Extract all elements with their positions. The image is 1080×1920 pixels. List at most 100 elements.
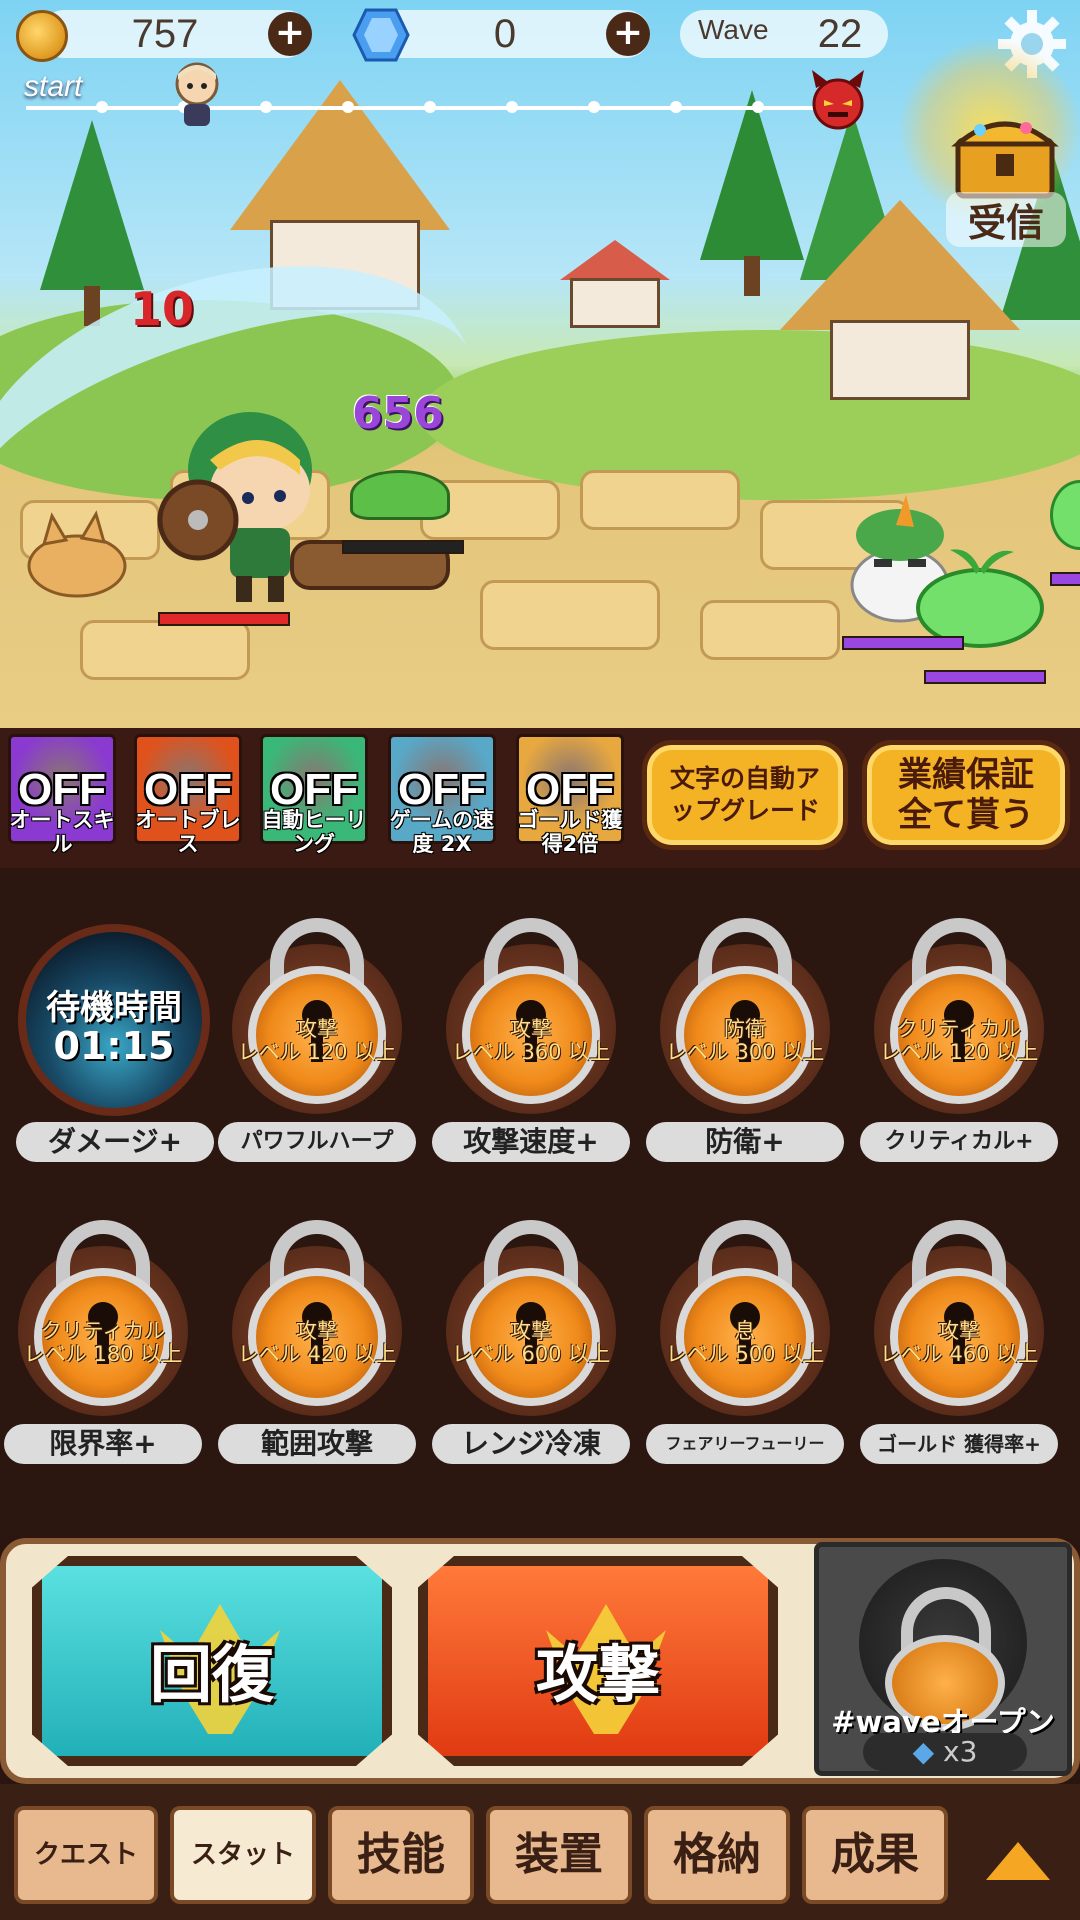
gem-icon: ◆ — [912, 1735, 935, 1768]
requirement-level: レベル 300 以上 — [665, 1040, 825, 1064]
house — [830, 320, 970, 400]
tab-stat[interactable]: スタット — [170, 1806, 316, 1904]
toggle-label: ゲームの速度 2X — [389, 808, 495, 856]
requirement-level: レベル 420 以上 — [237, 1342, 397, 1366]
requirement-stat: クリティカル — [40, 1319, 166, 1343]
tree — [40, 120, 144, 290]
expand-arrow-icon[interactable] — [986, 1842, 1050, 1880]
gold-amount: 757 — [131, 12, 199, 56]
add-gems-button[interactable]: + — [606, 12, 650, 56]
unlock-requirement: 攻撃 レベル 420 以上 — [222, 1320, 412, 1366]
toggle-label: ゴールド獲得2倍 — [517, 808, 623, 856]
progress-dot — [96, 101, 108, 113]
tree-trunk — [744, 256, 760, 296]
locked-stat-slot[interactable]: 攻撃 レベル 600 以上 — [436, 1220, 626, 1416]
unlock-requirement: 攻撃 レベル 360 以上 — [436, 1018, 626, 1064]
hill — [420, 330, 1080, 500]
ground-tile — [700, 600, 840, 660]
locked-skill-slot[interactable]: #waveオープン ◆ x3 — [814, 1542, 1072, 1776]
boss-progress-marker — [812, 70, 864, 130]
progress-dot — [342, 101, 354, 113]
stat-label: 攻撃速度+ — [432, 1122, 630, 1162]
unlock-cost-value: x3 — [943, 1735, 978, 1768]
unlock-requirement: 攻撃 レベル 600 以上 — [436, 1320, 626, 1366]
locked-stat-slot[interactable]: クリティカル レベル 120 以上 — [864, 918, 1054, 1114]
requirement-level: レベル 120 以上 — [879, 1040, 1039, 1064]
unlock-requirement: 息レベル 500 以上 — [650, 1320, 840, 1366]
progress-dot — [752, 101, 764, 113]
unlock-requirement: クリティカル レベル 180 以上 — [8, 1320, 198, 1366]
requirement-level: レベル 500 以上 — [665, 1342, 825, 1366]
auto-upgrade-button[interactable]: 文字の自動アップグレード — [642, 740, 848, 850]
treasure-chest-icon[interactable] — [950, 110, 1060, 200]
wave-number: 22 — [817, 12, 863, 56]
auto-skill-row: OFF オートスキル OFF オートブレス OFF 自動ヒーリング OFF ゲー… — [0, 728, 1080, 868]
wave-progress-line — [26, 106, 816, 110]
enemy-hp-bar — [1050, 572, 1080, 586]
house-roof — [560, 240, 670, 280]
receive-label[interactable]: 受信 — [946, 192, 1066, 247]
heal-button[interactable]: 回復 — [32, 1556, 392, 1766]
ground-tile — [80, 620, 250, 680]
tab-equipment[interactable]: 装置 — [486, 1806, 632, 1904]
requirement-level: レベル 360 以上 — [451, 1040, 611, 1064]
locked-stat-slot[interactable]: クリティカル レベル 180 以上 — [8, 1220, 198, 1416]
cat-pet — [27, 510, 127, 598]
unlock-requirement: 攻撃 レベル 460 以上 — [864, 1320, 1054, 1366]
requirement-level: レベル 180 以上 — [23, 1342, 183, 1366]
heal-button-label: 回復 — [149, 1638, 274, 1711]
locked-stat-slot[interactable]: 攻撃 レベル 120 以上 — [222, 918, 412, 1114]
tab-skills[interactable]: 技能 — [328, 1806, 474, 1904]
damage-upgrade-slot[interactable]: 待機時間 01:15 — [18, 924, 210, 1116]
attack-button[interactable]: 攻撃 — [418, 1556, 778, 1766]
locked-stat-slot[interactable]: 攻撃 レベル 420 以上 — [222, 1220, 412, 1416]
locked-stat-slot[interactable]: 息レベル 500 以上 — [650, 1220, 840, 1416]
unlock-requirement: 防衛 レベル 300 以上 — [650, 1018, 840, 1064]
requirement-stat: 攻撃 — [296, 1017, 338, 1041]
toggle-label: 自動ヒーリング — [261, 808, 367, 856]
hero-progress-marker — [175, 62, 219, 126]
toggle-label: オートスキル — [9, 808, 115, 856]
locked-stat-slot[interactable]: 攻撃 レベル 460 以上 — [864, 1220, 1054, 1416]
wait-time-label: 待機時間 — [46, 988, 182, 1028]
locked-stat-slot[interactable]: 攻撃 レベル 360 以上 — [436, 918, 626, 1114]
stat-label: 範囲攻撃 — [218, 1424, 416, 1464]
progress-dot — [260, 101, 272, 113]
locked-stat-slot[interactable]: 防衛 レベル 300 以上 — [650, 918, 840, 1114]
stat-label-damage: ダメージ+ — [16, 1122, 214, 1162]
ground-tile — [480, 580, 660, 650]
gold-coin-icon — [16, 10, 68, 62]
house — [570, 278, 660, 328]
wait-time-value: 01:15 — [53, 1024, 175, 1068]
collect-all-achievements-button[interactable]: 業績保証全て貰う — [862, 740, 1070, 850]
tab-achievements[interactable]: 成果 — [802, 1806, 948, 1904]
tab-storage[interactable]: 格納 — [644, 1806, 790, 1904]
requirement-stat: 息 — [734, 1319, 756, 1343]
enemy-hp-bar — [924, 670, 1046, 684]
enemy-hp-bar — [342, 540, 464, 554]
battle-scene: 10 656 757 + 0 + Wave 22 start 受信 — [0, 0, 1080, 728]
damage-number: 10 — [130, 282, 195, 336]
hero-hp-bar — [158, 612, 290, 626]
damage-number: 656 — [352, 388, 444, 439]
gem-amount: 0 — [493, 12, 517, 56]
requirement-stat: 攻撃 — [510, 1319, 552, 1343]
stat-label: 限界率+ — [4, 1424, 202, 1464]
gem-icon — [352, 8, 410, 62]
stat-label: ゴールド 獲得率+ — [860, 1424, 1058, 1464]
slime-enemy — [350, 470, 450, 520]
slime-enemy — [916, 549, 1044, 648]
progress-dot — [670, 101, 682, 113]
enemy-hp-bar — [842, 636, 964, 650]
unlock-cost: ◆ x3 — [863, 1733, 1027, 1771]
progress-dot — [588, 101, 600, 113]
attack-button-label: 攻撃 — [535, 1638, 660, 1711]
requirement-level: レベル 460 以上 — [879, 1342, 1039, 1366]
add-gold-button[interactable]: + — [268, 12, 312, 56]
stat-label: レンジ冷凍 — [432, 1424, 630, 1464]
progress-dot — [506, 101, 518, 113]
tab-quest[interactable]: クエスト — [14, 1806, 158, 1904]
requirement-level: レベル 600 以上 — [451, 1342, 611, 1366]
requirement-stat: 防衛 — [724, 1017, 766, 1041]
unlock-requirement: 攻撃 レベル 120 以上 — [222, 1018, 412, 1064]
